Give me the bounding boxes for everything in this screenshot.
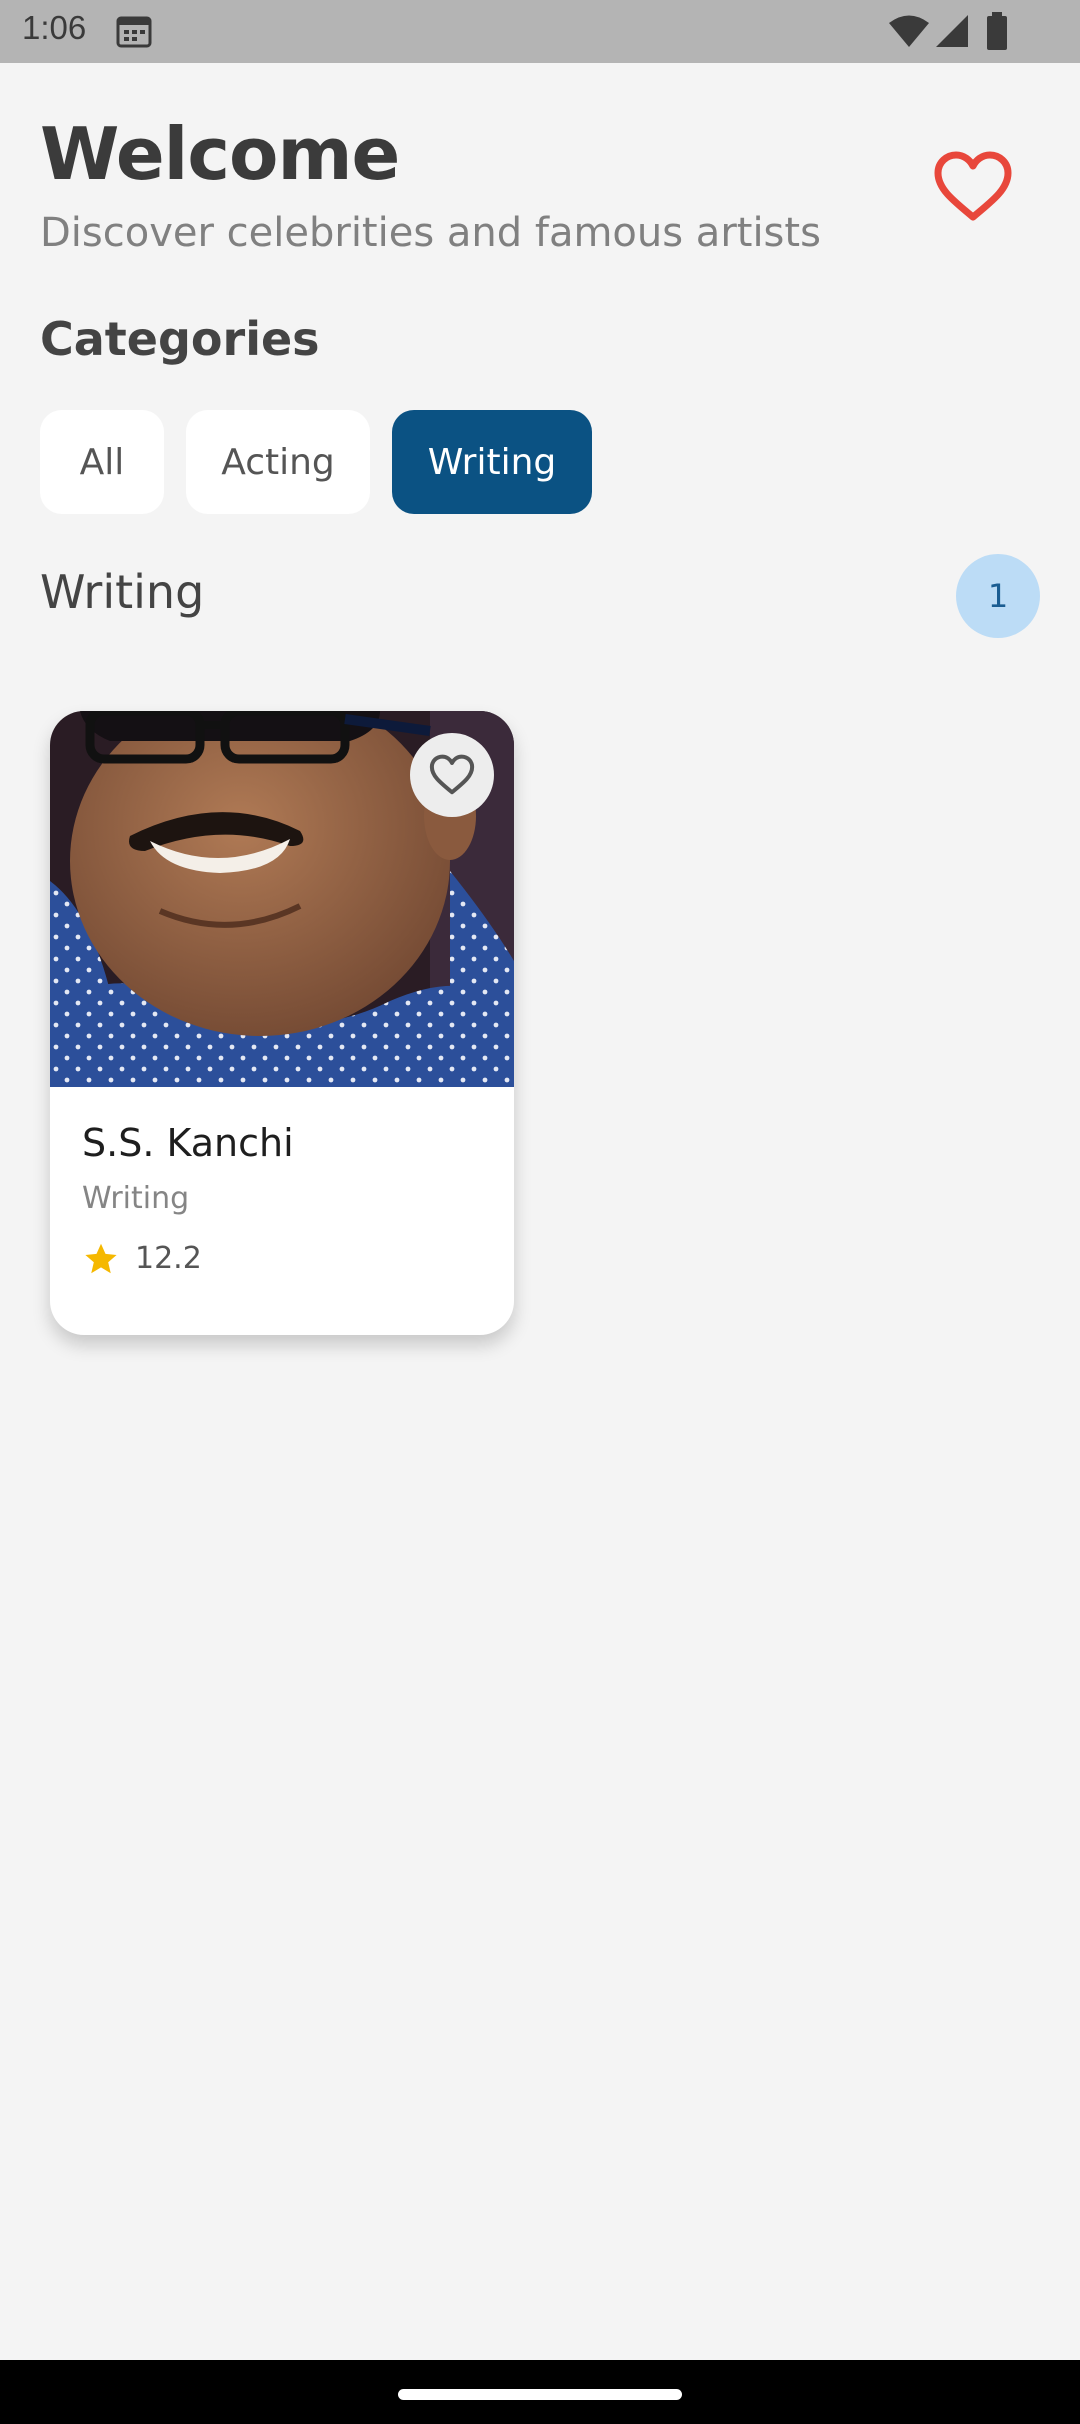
status-bar: 1:06: [0, 0, 1080, 63]
celebrity-category: Writing: [82, 1181, 190, 1216]
heart-outline-icon: [934, 151, 1012, 221]
favorites-button[interactable]: [925, 144, 1021, 230]
category-chip-all[interactable]: All: [40, 410, 164, 514]
heart-outline-icon: [429, 754, 475, 795]
categories-heading: Categories: [40, 312, 320, 366]
celebrity-card[interactable]: S.S. Kanchi Writing 12.2: [50, 711, 514, 1335]
page-subtitle: Discover celebrities and famous artists: [40, 210, 821, 256]
star-icon: [85, 1243, 117, 1274]
celebrity-name: S.S. Kanchi: [82, 1121, 294, 1165]
calendar-icon: [116, 16, 152, 48]
home-handle[interactable]: [398, 2389, 682, 2400]
status-time: 1:06: [22, 9, 87, 46]
card-favorite-button[interactable]: [410, 733, 494, 817]
wifi-icon: [889, 15, 929, 47]
page-title: Welcome: [40, 112, 400, 196]
category-chip-acting[interactable]: Acting: [186, 410, 370, 514]
battery-icon: [987, 12, 1007, 50]
signal-icon: [936, 15, 968, 47]
celebrity-rating: 12.2: [135, 1241, 202, 1276]
category-chip-writing[interactable]: Writing: [392, 410, 592, 514]
results-heading: Writing: [40, 565, 205, 619]
results-count-badge: 1: [956, 554, 1040, 638]
